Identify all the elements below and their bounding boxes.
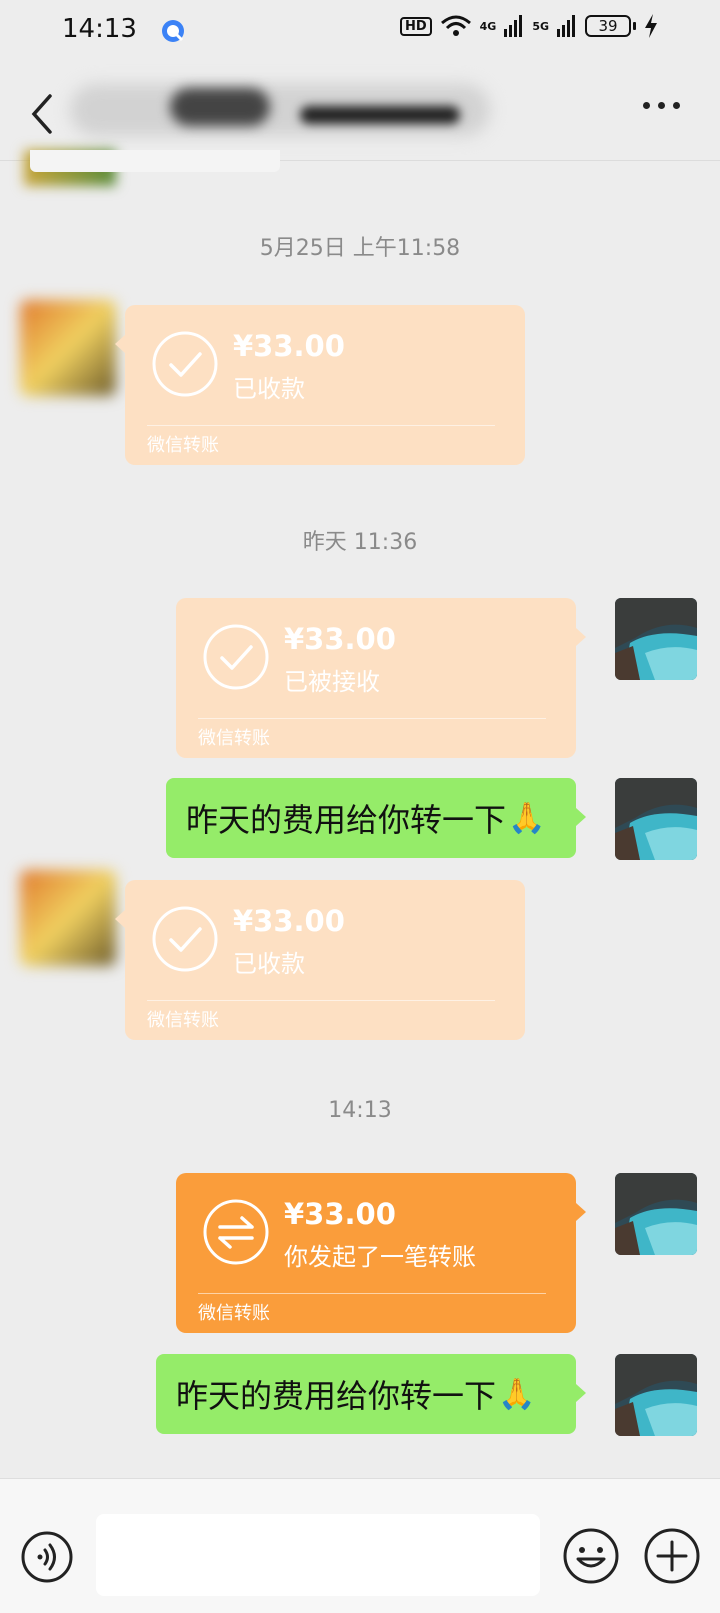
more-icon[interactable] (643, 102, 680, 109)
transfer-amount: ¥33.00 (233, 329, 345, 363)
my-avatar[interactable] (615, 598, 697, 680)
chat-title-blurred-part (300, 106, 460, 124)
transfer-label: 微信转账 (198, 1303, 270, 1324)
transfer-amount: ¥33.00 (233, 904, 345, 938)
check-icon (152, 906, 218, 972)
network-5g-label: 5G (532, 19, 549, 33)
plus-icon[interactable] (643, 1527, 701, 1585)
message-input[interactable] (96, 1514, 540, 1596)
battery-icon: 39 (585, 15, 636, 37)
signal-icon-2 (557, 15, 575, 37)
transfer-amount: ¥33.00 (284, 1197, 396, 1231)
message-text: 昨天的费用给你转一下 (186, 801, 507, 839)
contact-avatar[interactable] (20, 300, 116, 396)
charging-icon (645, 14, 657, 38)
transfer-status: 已被接收 (284, 668, 380, 696)
wifi-icon (440, 15, 471, 36)
message-text: 昨天的费用给你转一下 (176, 1377, 497, 1415)
check-icon (152, 331, 218, 397)
transfer-card[interactable]: ¥33.00 已收款 微信转账 (115, 305, 525, 465)
timestamp: 5月25日 上午11:58 (259, 236, 461, 261)
pray-emoji: 🙏 (498, 1376, 536, 1412)
my-message-bubble[interactable]: 昨天的费用给你转一下 🙏 (156, 1354, 586, 1434)
contact-avatar[interactable] (20, 870, 116, 966)
previous-message-partial (30, 150, 280, 172)
battery-level: 39 (585, 15, 631, 37)
timestamp: 14:13 (328, 1098, 392, 1123)
hd-badge: HD (399, 16, 432, 36)
voice-icon[interactable] (20, 1530, 74, 1584)
check-icon (203, 624, 269, 690)
app-notification-icon (162, 20, 184, 42)
transfer-arrows-icon (203, 1199, 269, 1265)
transfer-amount: ¥33.00 (284, 622, 396, 656)
transfer-label: 微信转账 (147, 435, 219, 456)
transfer-status: 已收款 (233, 950, 305, 978)
status-time: 14:13 (62, 14, 137, 44)
transfer-card[interactable]: ¥33.00 已收款 微信转账 (115, 880, 525, 1040)
transfer-status: 已收款 (233, 375, 305, 403)
status-indicators: HD 4G 5G 39 (399, 14, 658, 38)
chat-title-blurred-part (170, 88, 270, 126)
my-avatar[interactable] (615, 1354, 697, 1436)
emoji-icon[interactable] (562, 1527, 620, 1585)
back-icon[interactable] (28, 92, 56, 136)
transfer-card-pending[interactable]: ¥33.00 你发起了一笔转账 微信转账 (176, 1173, 586, 1333)
transfer-card[interactable]: ¥33.00 已被接收 微信转账 (176, 598, 586, 758)
my-message-bubble[interactable]: 昨天的费用给你转一下 🙏 (166, 778, 586, 858)
transfer-label: 微信转账 (147, 1010, 219, 1031)
transfer-label: 微信转账 (198, 728, 270, 749)
signal-icon-1 (504, 15, 523, 37)
timestamp: 昨天 11:36 (302, 530, 418, 555)
network-4g-label: 4G (479, 19, 497, 33)
my-avatar[interactable] (615, 778, 697, 860)
transfer-status: 你发起了一笔转账 (284, 1243, 476, 1271)
pray-emoji: 🙏 (508, 800, 546, 836)
my-avatar[interactable] (615, 1173, 697, 1255)
